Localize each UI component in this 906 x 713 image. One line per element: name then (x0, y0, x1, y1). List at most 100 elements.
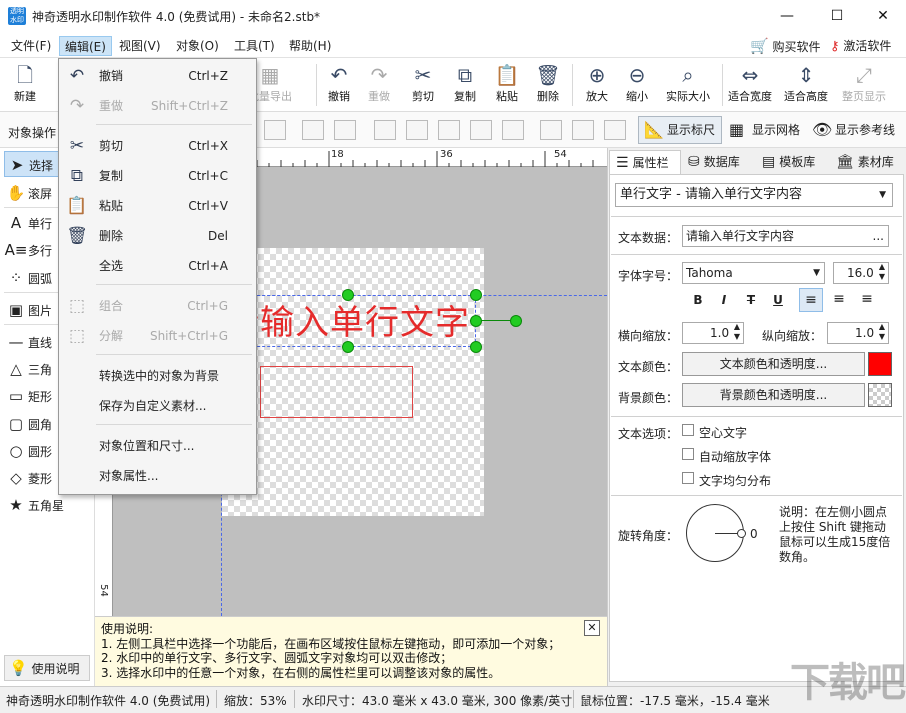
menu-item-10[interactable]: 转换选中的对象为背景 (59, 362, 256, 390)
actual-size-button[interactable]: ⌕ 实际大小 (660, 62, 716, 110)
text-color-swatch[interactable] (868, 352, 892, 376)
bg-color-swatch[interactable] (868, 383, 892, 407)
tool-label: 圆角 (28, 418, 53, 432)
menu-file[interactable]: 文件(F) (6, 36, 56, 56)
align-center-icon[interactable]: ≡ (827, 288, 851, 312)
trash-button[interactable]: 🗑 删除 (527, 62, 569, 110)
minimize-button[interactable]: — (764, 0, 810, 32)
menu-item-6[interactable]: 🗑 删除 Del (59, 222, 256, 250)
distribute-text-checkbox[interactable] (682, 472, 694, 484)
copy-button[interactable]: ⧉ 复制 (444, 62, 486, 110)
help-button[interactable]: 💡 使用说明 (4, 655, 90, 681)
menu-item-3[interactable]: ✂ 剪切 Ctrl+X (59, 132, 256, 160)
full-page-button[interactable]: ⤢ 整页显示 (836, 62, 892, 110)
tab-materials[interactable]: 🏛 素材库 (830, 150, 904, 174)
rotate-handle[interactable] (510, 315, 522, 327)
ruler-label: 36 (440, 149, 453, 160)
menu-object[interactable]: 对象(O) (171, 36, 224, 56)
redo-button[interactable]: ↷ 重做 (358, 62, 400, 110)
bold-button[interactable]: B (687, 290, 709, 310)
fit-height-button[interactable]: ⇕ 适合高度 (778, 62, 834, 110)
tool-star[interactable]: ★ 五角星 (4, 492, 92, 518)
menu-item-11[interactable]: 保存为自定义素材... (59, 392, 256, 420)
align-left-icon[interactable]: ≡ (799, 288, 823, 312)
text-data-value: 请输入单行文字内容 (686, 229, 795, 243)
font-label: 字体字号： (618, 269, 679, 283)
ungroup-icon[interactable] (572, 120, 594, 140)
tab-templates[interactable]: ▤ 模板库 (756, 150, 828, 174)
same-size-icon[interactable] (502, 120, 524, 140)
align-top-icon[interactable] (374, 120, 396, 140)
align-bottom-icon[interactable] (438, 120, 460, 140)
ellipsis-icon[interactable]: ... (873, 226, 884, 246)
show-guides-toggle[interactable]: 👁 显示参考线 (806, 116, 902, 144)
v-scale-stepper[interactable]: 1.0 ▲ ▼ (827, 322, 889, 344)
rotate-value: 0 (750, 527, 758, 541)
instructions-close-button[interactable]: ✕ (584, 620, 600, 636)
menu-item-4[interactable]: ⧉ 复制 Ctrl+C (59, 162, 256, 190)
align-left-icon[interactable] (264, 120, 286, 140)
stepper-arrows-icon[interactable]: ▲ ▼ (879, 322, 885, 342)
tab-database[interactable]: ⛁ 数据库 (682, 150, 754, 174)
auto-scale-checkbox[interactable] (682, 448, 694, 460)
close-button[interactable]: ✕ (860, 0, 906, 32)
resize-handle[interactable] (342, 341, 354, 353)
font-name-select[interactable]: Tahoma ▼ (682, 262, 825, 284)
cut-button[interactable]: ✂ 剪切 (402, 62, 444, 110)
show-guides-label: 显示参考线 (835, 123, 896, 137)
zoom-out-button[interactable]: ⊖ 缩小 (616, 62, 658, 110)
menu-item-12[interactable]: 对象位置和尺寸... (59, 432, 256, 460)
chevron-down-icon: ▼ (813, 268, 820, 278)
h-scale-stepper[interactable]: 1.0 ▲ ▼ (682, 322, 744, 344)
paste-button[interactable]: 📋 粘贴 (486, 62, 528, 110)
bg-color-button[interactable]: 背景颜色和透明度... (682, 383, 865, 407)
group-icon: ⬚ (68, 296, 86, 316)
resize-handle[interactable] (342, 289, 354, 301)
menu-item-5[interactable]: 📋 粘贴 Ctrl+V (59, 192, 256, 220)
undo-button[interactable]: ↶ 撤销 (318, 62, 360, 110)
text-color-button[interactable]: 文本颜色和透明度... (682, 352, 865, 376)
status-zoom: 缩放：53% (224, 694, 287, 708)
group-icon[interactable] (540, 120, 562, 140)
menu-item-1[interactable]: ↶ 撤销 Ctrl+Z (59, 62, 256, 90)
align-center-icon[interactable] (302, 120, 324, 140)
menu-help[interactable]: 帮助(H) (284, 36, 336, 56)
resize-handle[interactable] (470, 315, 482, 327)
rectangle-icon: ▭ (8, 387, 24, 405)
zoom-in-button[interactable]: ⊕ 放大 (576, 62, 618, 110)
show-grid-toggle[interactable]: ▦ 显示网格 (723, 116, 807, 144)
distribute-v-icon[interactable] (470, 120, 492, 140)
italic-button[interactable]: I (713, 290, 735, 310)
text-data-field[interactable]: 请输入单行文字内容... (682, 225, 889, 247)
buy-software-link[interactable]: 🛒 购买软件 (750, 36, 821, 56)
resize-handle[interactable] (470, 341, 482, 353)
resize-handle[interactable] (470, 289, 482, 301)
align-middle-icon[interactable] (406, 120, 428, 140)
activate-software-link[interactable]: ⚷ 激活软件 (830, 36, 891, 56)
font-size-stepper[interactable]: 16.0 ▲ ▼ (833, 262, 889, 284)
menu-item-7[interactable]: 全选 Ctrl+A (59, 252, 256, 280)
new-file-button[interactable]: 🗋 新建 (4, 62, 46, 110)
hollow-text-checkbox[interactable] (682, 424, 694, 436)
align-right-icon[interactable]: ≡ (855, 288, 879, 312)
fit-width-button[interactable]: ⇔ 适合宽度 (722, 62, 778, 110)
menu-item-shortcut: Ctrl+V (188, 199, 228, 213)
strikethrough-button[interactable]: T (740, 290, 762, 310)
paste-icon: 📋 (66, 196, 88, 216)
rectangle-object[interactable] (260, 366, 413, 418)
stepper-arrows-icon[interactable]: ▲ ▼ (734, 322, 740, 342)
menu-tools[interactable]: 工具(T) (229, 36, 280, 56)
maximize-button[interactable]: ☐ (814, 0, 860, 32)
menu-edit[interactable]: 编辑(E) (59, 36, 112, 56)
underline-button[interactable]: U (767, 290, 789, 310)
menu-item-13[interactable]: 对象属性... (59, 462, 256, 490)
rotation-knob[interactable] (737, 529, 746, 538)
object-select[interactable]: 单行文字 - 请输入单行文字内容 ▼ (615, 183, 893, 207)
menu-view[interactable]: 视图(V) (114, 36, 166, 56)
lock-icon[interactable] (604, 120, 626, 140)
show-ruler-toggle[interactable]: 📐 显示标尺 (638, 116, 723, 144)
distribute-h-icon[interactable] (334, 120, 356, 140)
tab-properties[interactable]: ☰ 属性栏 (609, 150, 681, 174)
stepper-arrows-icon[interactable]: ▲ ▼ (879, 262, 885, 282)
watermark-text-object[interactable]: 请输入单行文字 (225, 295, 470, 344)
